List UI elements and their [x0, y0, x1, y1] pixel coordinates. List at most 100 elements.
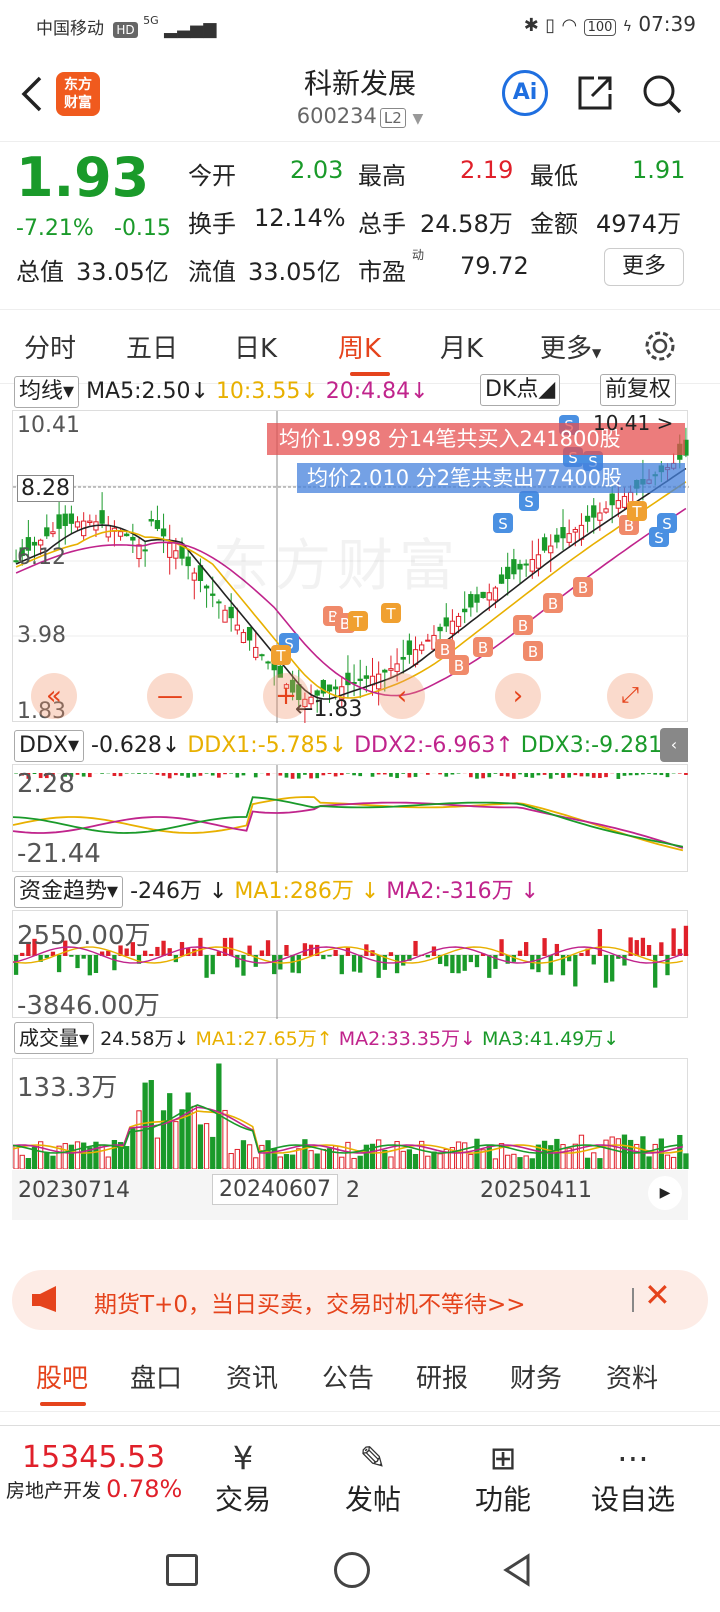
ddx-bar — [653, 773, 658, 775]
volume-bar — [455, 1141, 462, 1170]
bottom-bar: 15345.53 房地产开发 0.78% ¥ 交易 ✎ 发帖 ⊞ 功能 ⋯ 设自… — [0, 1425, 720, 1525]
promo-text: 期货T+0，当日买卖，交易时机不等待>> — [94, 1292, 526, 1318]
fund-bar — [523, 942, 529, 956]
trade-marker-label: B — [478, 639, 488, 657]
add-watchlist-button[interactable]: ⋯ 设自选 — [578, 1438, 688, 1518]
candle-body — [173, 550, 179, 559]
volume-selector[interactable]: 成交量▾ — [14, 1022, 95, 1054]
search-button[interactable] — [640, 72, 684, 116]
candle-body — [572, 529, 578, 533]
tab-announcement[interactable]: 公告 — [322, 1358, 374, 1395]
total-mv-label: 总值 — [16, 258, 64, 286]
candle-body — [486, 592, 492, 601]
volume-bar — [105, 1156, 111, 1170]
candle-body — [548, 545, 554, 554]
collapse-panel-button[interactable]: ‹ — [660, 728, 688, 762]
ddx-bar — [321, 773, 326, 776]
back-nav-button[interactable] — [500, 1552, 536, 1588]
fund-bar — [542, 938, 547, 956]
ddx-bar — [180, 773, 184, 776]
fund-bar — [646, 945, 652, 956]
volume-chart: 133.3万 — [12, 1058, 689, 1170]
recents-button[interactable] — [166, 1554, 198, 1586]
zoom-in-button[interactable]: + — [263, 673, 309, 719]
ddx-bar — [475, 773, 479, 779]
tab-research[interactable]: 研报 — [416, 1358, 468, 1395]
candle-body — [357, 678, 363, 681]
kline-chart[interactable]: BBTSTTBBBBBBBSSSSSBTSS 东方财富 10.41 8.28 6… — [12, 410, 689, 726]
candle-body — [584, 515, 591, 522]
ddx-bar — [290, 773, 295, 779]
scroll-left-button[interactable]: « — [31, 673, 77, 719]
tab-weekly-k[interactable]: 周K — [338, 328, 381, 365]
ddx-bar — [204, 773, 209, 774]
ddx-bar — [438, 773, 442, 775]
promo-banner[interactable]: 期货T+0，当日买卖，交易时机不等待>> ✕ — [12, 1270, 708, 1330]
ddx-bar — [118, 773, 123, 777]
share-icon — [578, 76, 612, 110]
candle-body — [44, 527, 50, 537]
home-button[interactable] — [334, 1552, 370, 1588]
index-name: 房地产开发 — [6, 1480, 102, 1502]
candle-body — [234, 624, 240, 631]
tab-finance[interactable]: 财务 — [510, 1358, 562, 1395]
fullscreen-button[interactable]: ⤢ — [607, 673, 653, 719]
candle-body — [154, 520, 161, 529]
candle-body — [191, 572, 197, 581]
ddx-bar — [229, 773, 234, 774]
trade-marker-label: T — [631, 503, 642, 521]
next-button[interactable]: › — [495, 673, 541, 719]
close-icon[interactable]: ✕ — [644, 1276, 671, 1314]
share-button[interactable] — [574, 72, 616, 114]
functions-button[interactable]: ⊞ 功能 — [448, 1438, 558, 1518]
volume-bar — [376, 1139, 382, 1170]
tab-daily-k[interactable]: 日K — [234, 328, 277, 365]
ddx-bar — [641, 773, 645, 775]
fund-bar — [308, 944, 314, 956]
prev-button[interactable]: ‹ — [379, 673, 425, 719]
quote-panel: 1.93 -7.21% -0.15 今开 2.03 最高 2.19 最低 1.9… — [0, 142, 720, 310]
trade-marker-label: T — [385, 605, 396, 623]
tab-profile[interactable]: 资料 — [606, 1358, 658, 1395]
signal-icon: ▂▃▅▆ — [164, 19, 217, 39]
volume-bar — [289, 1154, 296, 1170]
volume-bar — [683, 1153, 689, 1170]
ddx-bar — [524, 773, 528, 778]
candle-body — [136, 544, 142, 560]
sector-index[interactable]: 15345.53 房地产开发 0.78% — [6, 1440, 196, 1503]
candle-body — [480, 591, 486, 598]
ddx-bar — [407, 773, 412, 778]
tab-monthly-k[interactable]: 月K — [440, 328, 483, 365]
tab-news[interactable]: 资讯 — [226, 1358, 278, 1395]
ai-button[interactable]: Ai — [502, 70, 548, 116]
fund-bar — [603, 955, 609, 983]
volume-bar — [486, 1145, 492, 1170]
fund-bar — [487, 955, 492, 978]
fund-bar — [462, 955, 467, 971]
ddx-selector[interactable]: DDX▾ — [14, 730, 84, 762]
tab-intraday[interactable]: 分时 — [24, 328, 76, 365]
info-tabs: 股吧 盘口 资讯 公告 研报 财务 资料 — [0, 1340, 720, 1412]
candle-body — [437, 626, 443, 632]
ddx-line — [12, 801, 684, 849]
zoom-out-button[interactable]: — — [147, 673, 193, 719]
volume-bar — [511, 1153, 517, 1170]
trade-button[interactable]: ¥ 交易 — [188, 1438, 298, 1518]
tab-guba[interactable]: 股吧 — [36, 1358, 88, 1395]
more-button[interactable]: 更多 — [604, 248, 684, 286]
tab-five-day[interactable]: 五日 — [126, 328, 178, 365]
tab-more[interactable]: 更多▼ — [540, 328, 601, 365]
post-button[interactable]: ✎ 发帖 — [318, 1438, 428, 1518]
trade-marker-label: B — [528, 643, 538, 661]
ma-selector[interactable]: 均线▾ — [14, 376, 80, 408]
adjust-button[interactable]: 前复权 — [600, 374, 677, 406]
settings-button[interactable] — [642, 328, 678, 364]
pe-value: 79.72 — [460, 252, 529, 280]
play-button[interactable]: ▶ — [648, 1176, 682, 1210]
volume-bar — [646, 1156, 652, 1170]
ddx-bar — [198, 773, 203, 776]
fund-selector[interactable]: 资金趋势▾ — [14, 876, 124, 908]
ddx-bar — [450, 773, 455, 775]
dk-point-button[interactable]: DK点◢ — [480, 374, 561, 406]
tab-pankou[interactable]: 盘口 — [130, 1358, 182, 1395]
